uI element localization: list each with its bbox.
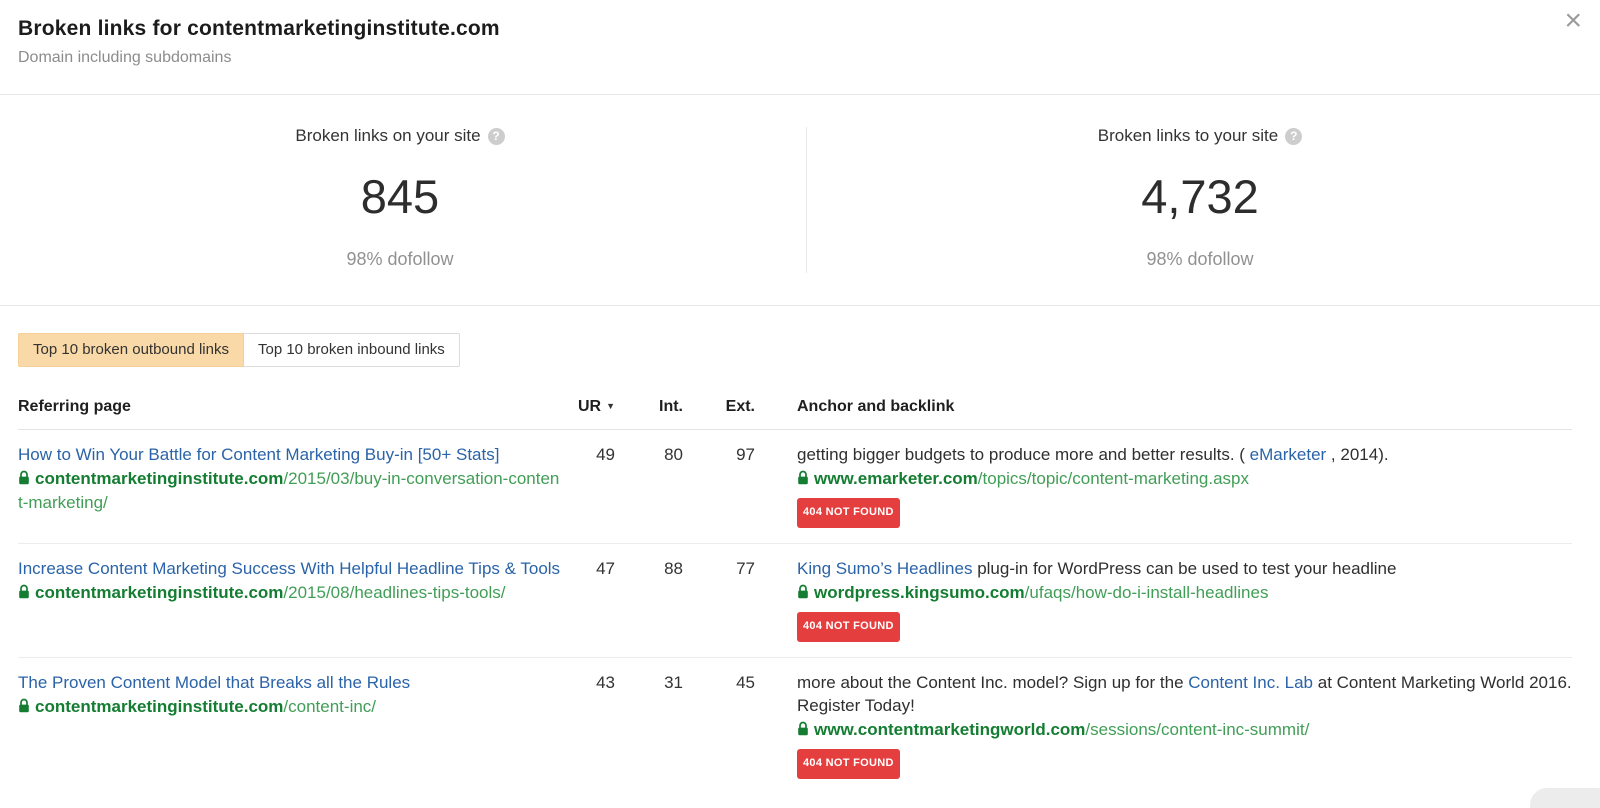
modal-header: Broken links for contentmarketinginstitu… [0,0,1600,95]
stat-detail: 98% dofollow [800,249,1600,270]
page-subtitle: Domain including subdomains [18,49,1582,67]
column-header-referring-page: Referring page [18,398,563,416]
anchor-backlink-cell: getting bigger budgets to produce more a… [797,443,1572,528]
url-path: /sessions/content-inc-summit/ [1085,720,1309,739]
column-header-ext[interactable]: Ext. [683,398,755,416]
stat-broken-links-to-site: Broken links to your site ? 4,732 98% do… [800,95,1600,305]
stat-label: Broken links to your site ? [1098,126,1302,146]
chat-widget[interactable] [1530,788,1600,808]
backlink-url: www.contentmarketingworld.com/sessions/c… [797,718,1572,742]
status-badge: 404 NOT FOUND [797,749,900,779]
help-icon[interactable]: ? [1285,128,1302,145]
stat-label-text: Broken links to your site [1098,126,1278,146]
referring-page-url-link[interactable]: contentmarketinginstitute.com/content-in… [35,697,376,716]
sort-desc-icon: ▼ [606,401,615,411]
table-row: How to Win Your Battle for Content Marke… [18,430,1572,544]
anchor-backlink-cell: King Sumo’s Headlines plug-in for WordPr… [797,557,1572,642]
stat-label-text: Broken links on your site [295,126,480,146]
ext-value: 45 [683,671,755,779]
anchor-text: getting bigger budgets to produce more a… [797,443,1572,466]
referring-page-cell: The Proven Content Model that Breaks all… [18,671,563,779]
backlink-url: wordpress.kingsumo.com/ufaqs/how-do-i-in… [797,581,1572,605]
referring-page-url: contentmarketinginstitute.com/2015/08/he… [18,581,563,605]
ext-value: 77 [683,557,755,642]
anchor-pre: more about the Content Inc. model? Sign … [797,673,1188,692]
anchor-link[interactable]: eMarketer [1250,445,1327,464]
backlink-url-link[interactable]: www.contentmarketingworld.com/sessions/c… [814,720,1309,739]
anchor-text: more about the Content Inc. model? Sign … [797,671,1572,717]
ext-value: 97 [683,443,755,528]
lock-icon [18,696,30,719]
ur-value: 49 [563,443,615,528]
anchor-link[interactable]: King Sumo’s Headlines [797,559,972,578]
referring-page-url-link[interactable]: contentmarketinginstitute.com/2015/03/bu… [18,469,559,512]
int-value: 88 [615,557,683,642]
url-domain: contentmarketinginstitute.com [35,469,283,488]
referring-page-url-link[interactable]: contentmarketinginstitute.com/2015/08/he… [35,583,506,602]
lock-icon [797,719,809,742]
lock-icon [18,582,30,605]
anchor-post: plug-in for WordPress can be used to tes… [972,559,1396,578]
ur-value: 47 [563,557,615,642]
stat-broken-links-on-site: Broken links on your site ? 845 98% dofo… [0,95,800,305]
ur-value: 43 [563,671,615,779]
column-header-ur-label: UR [578,398,601,415]
page-title: Broken links for contentmarketinginstitu… [18,17,1582,41]
url-path: /2015/08/headlines-tips-tools/ [283,583,505,602]
url-domain: www.contentmarketingworld.com [814,720,1085,739]
backlink-url-link[interactable]: www.emarketer.com/topics/topic/content-m… [814,469,1249,488]
stat-label: Broken links on your site ? [295,126,504,146]
stats-divider [806,127,807,273]
status-badge: 404 NOT FOUND [797,498,900,528]
referring-page-cell: How to Win Your Battle for Content Marke… [18,443,563,528]
column-header-anchor: Anchor and backlink [797,398,1572,416]
int-value: 80 [615,443,683,528]
table-row: Increase Content Marketing Success With … [18,544,1572,658]
url-domain: contentmarketinginstitute.com [35,583,283,602]
backlink-url-link[interactable]: wordpress.kingsumo.com/ufaqs/how-do-i-in… [814,583,1268,602]
url-path: /ufaqs/how-do-i-install-headlines [1025,583,1269,602]
anchor-pre: getting bigger budgets to produce more a… [797,445,1250,464]
stats-section: Broken links on your site ? 845 98% dofo… [0,95,1600,306]
referring-page-link[interactable]: Increase Content Marketing Success With … [18,559,560,578]
help-icon[interactable]: ? [488,128,505,145]
anchor-post: , 2014). [1326,445,1388,464]
url-domain: contentmarketinginstitute.com [35,697,283,716]
referring-page-link[interactable]: The Proven Content Model that Breaks all… [18,673,410,692]
url-domain: www.emarketer.com [814,469,978,488]
table-header-row: Referring page UR ▼ Int. Ext. Anchor and … [18,367,1572,430]
report-tabs: Top 10 broken outbound links Top 10 brok… [18,333,460,367]
url-domain: wordpress.kingsumo.com [814,583,1025,602]
tab-broken-inbound-links[interactable]: Top 10 broken inbound links [244,333,460,367]
referring-page-cell: Increase Content Marketing Success With … [18,557,563,642]
anchor-text: King Sumo’s Headlines plug-in for WordPr… [797,557,1572,580]
backlink-url: www.emarketer.com/topics/topic/content-m… [797,467,1572,491]
table-row: The Proven Content Model that Breaks all… [18,658,1572,794]
url-path: /topics/topic/content-marketing.aspx [978,469,1249,488]
status-badge: 404 NOT FOUND [797,612,900,642]
referring-page-url: contentmarketinginstitute.com/content-in… [18,695,563,719]
broken-links-table: Referring page UR ▼ Int. Ext. Anchor and … [18,367,1572,794]
lock-icon [18,468,30,491]
anchor-backlink-cell: more about the Content Inc. model? Sign … [797,671,1572,779]
url-path: /content-inc/ [283,697,376,716]
anchor-link[interactable]: Content Inc. Lab [1188,673,1313,692]
referring-page-link[interactable]: How to Win Your Battle for Content Marke… [18,445,499,464]
tab-broken-outbound-links[interactable]: Top 10 broken outbound links [18,333,244,367]
referring-page-url: contentmarketinginstitute.com/2015/03/bu… [18,467,563,514]
column-header-ur[interactable]: UR ▼ [563,398,615,416]
lock-icon [797,582,809,605]
int-value: 31 [615,671,683,779]
close-icon[interactable]: × [1564,6,1582,36]
stat-detail: 98% dofollow [0,249,800,270]
stat-value: 4,732 [800,169,1600,224]
stat-value: 845 [0,169,800,224]
column-header-int[interactable]: Int. [615,398,683,416]
lock-icon [797,468,809,491]
